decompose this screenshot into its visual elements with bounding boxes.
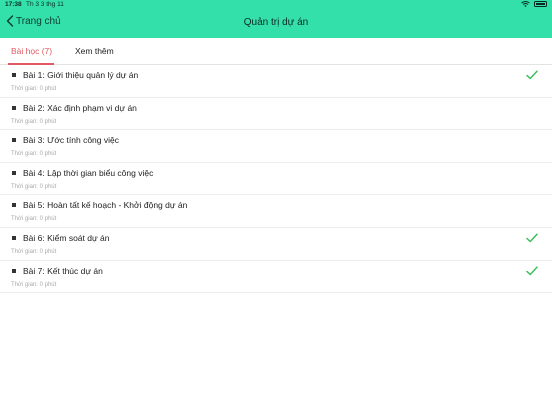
bullet-icon xyxy=(12,170,16,175)
check-icon xyxy=(526,266,538,275)
status-indicators xyxy=(521,1,547,7)
nav-bar: Trang chủ Quản trị dự án xyxy=(0,10,552,38)
tab-bar: Bài học (7) Xem thêm xyxy=(0,38,552,65)
lesson-title: Bài 7: Kết thúc dự án xyxy=(23,265,103,276)
status-date: Th 3 3 thg 11 xyxy=(26,1,64,8)
check-icon xyxy=(526,233,538,243)
lesson-title: Bài 6: Kiểm soát dự án xyxy=(23,232,110,243)
bullet-icon xyxy=(12,235,16,240)
list-item[interactable]: Bài 2: Xác định phạm vi dự án Thời gian:… xyxy=(0,98,552,131)
bullet-icon xyxy=(12,138,16,143)
bullet-icon xyxy=(12,268,16,273)
lesson-title: Bài 3: Ước tính công việc xyxy=(23,135,119,146)
status-bar: 17:38 Th 3 3 thg 11 xyxy=(0,0,552,10)
lesson-title: Bài 2: Xác định phạm vi dự án xyxy=(23,102,137,113)
lesson-time: Thời gian: 0 phút xyxy=(11,216,57,223)
list-item[interactable]: Bài 4: Lập thời gian biểu công việc Thời… xyxy=(0,163,552,196)
list-item[interactable]: Bài 5: Hoàn tất kế hoạch - Khởi động dự … xyxy=(0,195,552,228)
lesson-time: Thời gian: 0 phút xyxy=(11,281,57,288)
list-item[interactable]: Bài 3: Ước tính công việc Thời gian: 0 p… xyxy=(0,130,552,163)
page-title: Quản trị dự án xyxy=(243,17,309,28)
bullet-icon xyxy=(12,105,16,110)
battery-icon xyxy=(534,1,547,7)
lesson-title: Bài 5: Hoàn tất kế hoạch - Khởi động dự … xyxy=(23,200,188,211)
lesson-title: Bài 1: Giới thiệu quản lý dự án xyxy=(23,70,139,80)
tab-lessons[interactable]: Bài học (7) xyxy=(11,46,52,56)
check-icon xyxy=(526,70,538,80)
lesson-time: Thời gian: 0 phút xyxy=(11,151,57,158)
lesson-list: Bài 1: Giới thiệu quản lý dự án Thời gia… xyxy=(0,65,552,294)
lesson-time: Thời gian: 0 phút xyxy=(11,183,57,190)
list-item[interactable]: Bài 7: Kết thúc dự án Thời gian: 0 phút xyxy=(0,261,552,294)
bullet-icon xyxy=(12,203,16,208)
tab-more[interactable]: Xem thêm xyxy=(75,46,114,56)
lesson-time: Thời gian: 0 phút xyxy=(11,248,57,255)
wifi-icon xyxy=(521,1,530,7)
status-time: 17:38 xyxy=(5,1,22,8)
lesson-title: Bài 4: Lập thời gian biểu công việc xyxy=(23,167,154,178)
lesson-time: Thời gian: 0 phút xyxy=(11,86,57,92)
lesson-time: Thời gian: 0 phút xyxy=(11,118,57,125)
list-item[interactable]: Bài 6: Kiểm soát dự án Thời gian: 0 phút xyxy=(0,228,552,261)
bullet-icon xyxy=(12,73,16,77)
list-item[interactable]: Bài 1: Giới thiệu quản lý dự án Thời gia… xyxy=(0,65,552,98)
